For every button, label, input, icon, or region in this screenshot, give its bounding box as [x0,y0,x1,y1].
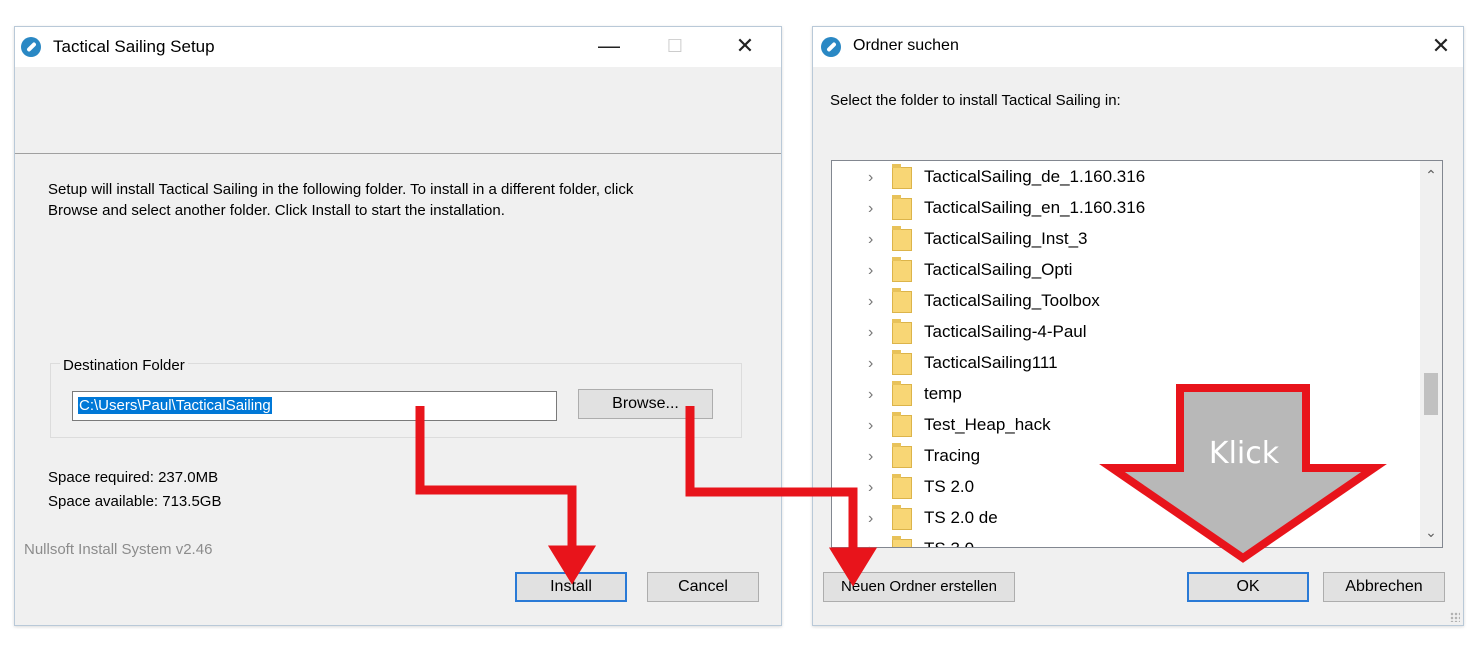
browse-pointer-arrow [685,406,878,587]
klick-label: Klick [1209,436,1280,471]
klick-big-arrow [1099,384,1387,563]
install-pointer-arrow [415,406,597,585]
annotation-overlay: Klick [415,384,1387,587]
